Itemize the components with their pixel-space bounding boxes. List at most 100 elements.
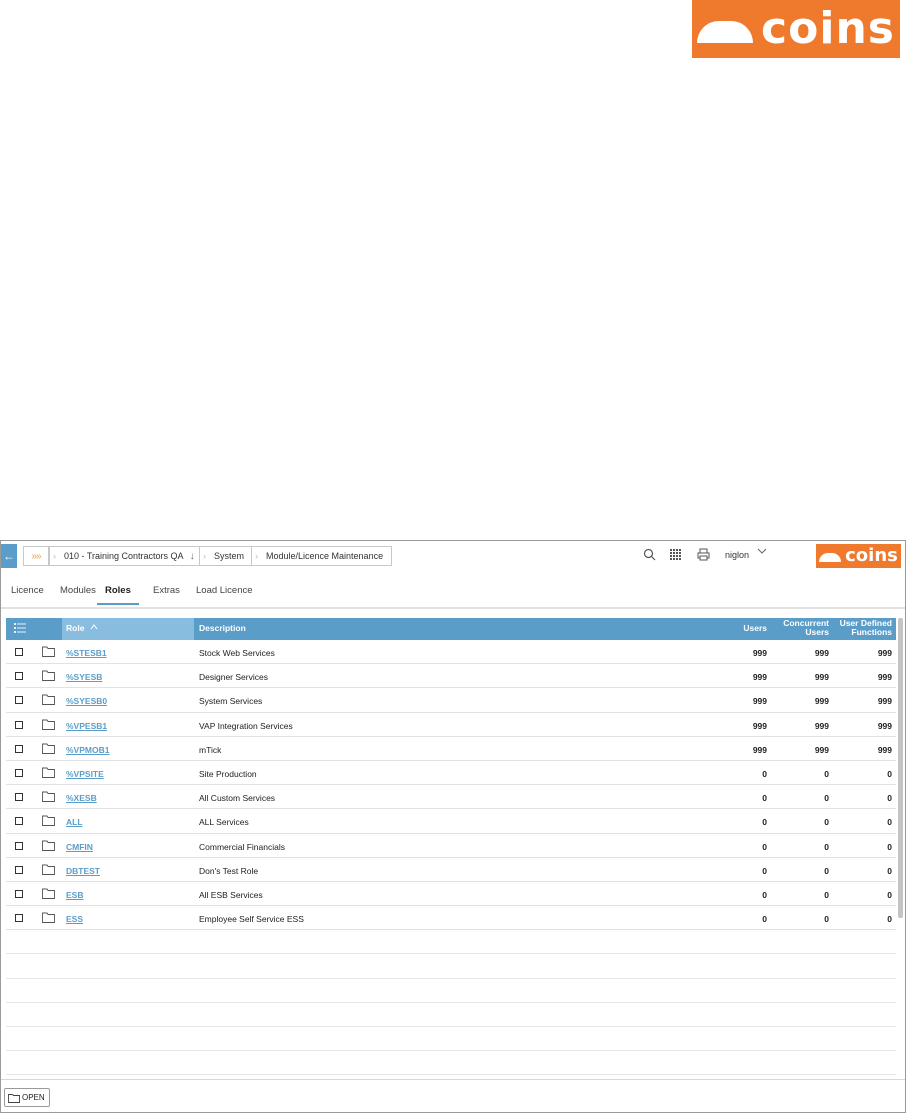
role-link[interactable]: ESS bbox=[66, 914, 83, 924]
folder-icon[interactable] bbox=[42, 743, 55, 754]
concurrent-users-value: 999 bbox=[814, 696, 829, 707]
folder-icon[interactable] bbox=[42, 791, 55, 803]
table-row[interactable]: %XESB All Custom Services 0 0 0 bbox=[6, 785, 896, 810]
users-column-header[interactable]: Users bbox=[743, 624, 767, 633]
print-icon[interactable] bbox=[697, 548, 710, 564]
concurrent-users-value: 0 bbox=[824, 889, 829, 900]
description-column-header[interactable]: Description bbox=[199, 624, 246, 633]
role-link[interactable]: %SYESB bbox=[66, 672, 102, 682]
user-defined-functions-value: 0 bbox=[887, 914, 892, 925]
role-link[interactable]: DBTEST bbox=[66, 866, 100, 876]
tab-load-licence[interactable]: Load Licence bbox=[196, 585, 253, 603]
back-arrow-button[interactable]: ← bbox=[1, 544, 17, 568]
chevron-down-icon[interactable] bbox=[757, 547, 767, 558]
table-row[interactable]: %STESB1 Stock Web Services 999 999 999 bbox=[6, 640, 896, 665]
app-window: ← »» › 010 - Training Contractors QA ↓ ›… bbox=[0, 540, 906, 1113]
row-checkbox[interactable] bbox=[15, 841, 23, 850]
tab-modules[interactable]: Modules bbox=[60, 585, 96, 603]
folder-icon[interactable] bbox=[42, 864, 55, 875]
breadcrumb-company[interactable]: › 010 - Training Contractors QA ↓ bbox=[49, 546, 204, 566]
role-description: All ESB Services bbox=[199, 889, 263, 900]
folder-icon[interactable] bbox=[42, 646, 55, 657]
role-link[interactable]: %VPMOB1 bbox=[66, 745, 109, 755]
users-value: 999 bbox=[752, 696, 767, 707]
folder-icon[interactable] bbox=[42, 767, 55, 778]
user-defined-functions-column-header[interactable]: User Defined Functions bbox=[834, 619, 892, 637]
row-checkbox[interactable] bbox=[15, 744, 23, 753]
folder-icon[interactable] bbox=[42, 912, 55, 924]
table-row[interactable]: DBTEST Don's Test Role 0 0 0 bbox=[6, 858, 896, 882]
user-defined-functions-value: 0 bbox=[887, 768, 892, 779]
row-checkbox[interactable] bbox=[15, 889, 23, 898]
users-value: 0 bbox=[762, 914, 767, 925]
roles-grid: Role Description Users Concurrent Users … bbox=[6, 618, 896, 1076]
row-checkbox[interactable] bbox=[15, 696, 23, 705]
folder-icon[interactable] bbox=[42, 719, 55, 730]
tab-roles[interactable]: Roles bbox=[97, 585, 139, 605]
role-link[interactable]: CMFIN bbox=[66, 842, 93, 852]
role-description: Site Production bbox=[199, 768, 257, 779]
table-row[interactable]: %SYESB0 System Services 999 999 999 bbox=[6, 688, 896, 713]
breadcrumb-home[interactable]: »» bbox=[23, 546, 49, 566]
folder-icon[interactable] bbox=[42, 815, 55, 827]
coins-logo: coins bbox=[692, 0, 900, 58]
tab-licence[interactable]: Licence bbox=[11, 585, 44, 603]
concurrent-users-value: 0 bbox=[824, 914, 829, 925]
folder-icon[interactable] bbox=[42, 670, 55, 682]
table-row[interactable]: %SYESB Designer Services 999 999 999 bbox=[6, 664, 896, 689]
role-link[interactable]: ESB bbox=[66, 890, 83, 900]
row-checkbox[interactable] bbox=[15, 817, 23, 826]
user-defined-functions-value: 999 bbox=[877, 672, 892, 683]
role-link[interactable]: %VPSITE bbox=[66, 769, 104, 779]
table-row[interactable]: %VPSITE Site Production 0 0 0 bbox=[6, 761, 896, 786]
row-checkbox[interactable] bbox=[15, 648, 23, 656]
folder-icon[interactable] bbox=[42, 694, 55, 706]
user-defined-functions-value: 999 bbox=[877, 696, 892, 707]
search-icon[interactable] bbox=[643, 548, 656, 564]
grid-menu-icon[interactable] bbox=[670, 548, 681, 563]
empty-row bbox=[6, 1051, 896, 1076]
role-link[interactable]: %STESB1 bbox=[66, 648, 107, 658]
folder-icon[interactable] bbox=[42, 888, 55, 899]
concurrent-users-value: 999 bbox=[814, 648, 829, 658]
row-checkbox[interactable] bbox=[15, 720, 23, 729]
arrow-down-icon[interactable]: ↓ bbox=[190, 551, 195, 562]
user-defined-functions-value: 999 bbox=[877, 744, 892, 755]
row-checkbox[interactable] bbox=[15, 793, 23, 802]
folder-icon[interactable] bbox=[42, 840, 55, 851]
table-row[interactable]: ESB All ESB Services 0 0 0 bbox=[6, 882, 896, 907]
users-value: 0 bbox=[762, 841, 767, 852]
empty-row bbox=[6, 1027, 896, 1052]
sort-ascending-icon[interactable] bbox=[90, 623, 98, 632]
row-checkbox[interactable] bbox=[15, 865, 23, 874]
chevron-right-icon: › bbox=[255, 551, 258, 561]
user-defined-functions-value: 0 bbox=[887, 889, 892, 900]
role-link[interactable]: %SYESB0 bbox=[66, 696, 107, 706]
concurrent-users-value: 0 bbox=[824, 793, 829, 804]
empty-row bbox=[6, 954, 896, 979]
vertical-scrollbar[interactable] bbox=[898, 618, 903, 918]
table-row[interactable]: CMFIN Commercial Financials 0 0 0 bbox=[6, 834, 896, 858]
breadcrumb-module-licence[interactable]: › Module/Licence Maintenance bbox=[251, 546, 393, 566]
role-description: Stock Web Services bbox=[199, 648, 275, 658]
breadcrumb-system[interactable]: › System bbox=[199, 546, 254, 566]
table-row[interactable]: %VPESB1 VAP Integration Services 999 999 999 bbox=[6, 713, 896, 737]
user-menu[interactable]: niglon bbox=[725, 550, 749, 560]
users-value: 0 bbox=[762, 793, 767, 804]
row-checkbox[interactable] bbox=[15, 672, 23, 681]
role-link[interactable]: ALL bbox=[66, 817, 83, 827]
role-column-header[interactable]: Role bbox=[62, 618, 194, 640]
row-checkbox[interactable] bbox=[15, 768, 23, 777]
open-button[interactable]: OPEN bbox=[4, 1088, 50, 1107]
role-link[interactable]: %XESB bbox=[66, 793, 97, 803]
list-menu-icon[interactable] bbox=[14, 623, 26, 636]
table-row[interactable]: ESS Employee Self Service ESS 0 0 0 bbox=[6, 906, 896, 931]
grid-header: Role Description Users Concurrent Users … bbox=[6, 618, 896, 640]
user-defined-functions-value: 0 bbox=[887, 793, 892, 804]
concurrent-users-column-header[interactable]: Concurrent Users bbox=[779, 619, 829, 637]
tab-extras[interactable]: Extras bbox=[153, 585, 180, 603]
role-link[interactable]: %VPESB1 bbox=[66, 721, 107, 731]
row-checkbox[interactable] bbox=[15, 914, 23, 923]
table-row[interactable]: ALL ALL Services 0 0 0 bbox=[6, 809, 896, 834]
table-row[interactable]: %VPMOB1 mTick 999 999 999 bbox=[6, 737, 896, 761]
